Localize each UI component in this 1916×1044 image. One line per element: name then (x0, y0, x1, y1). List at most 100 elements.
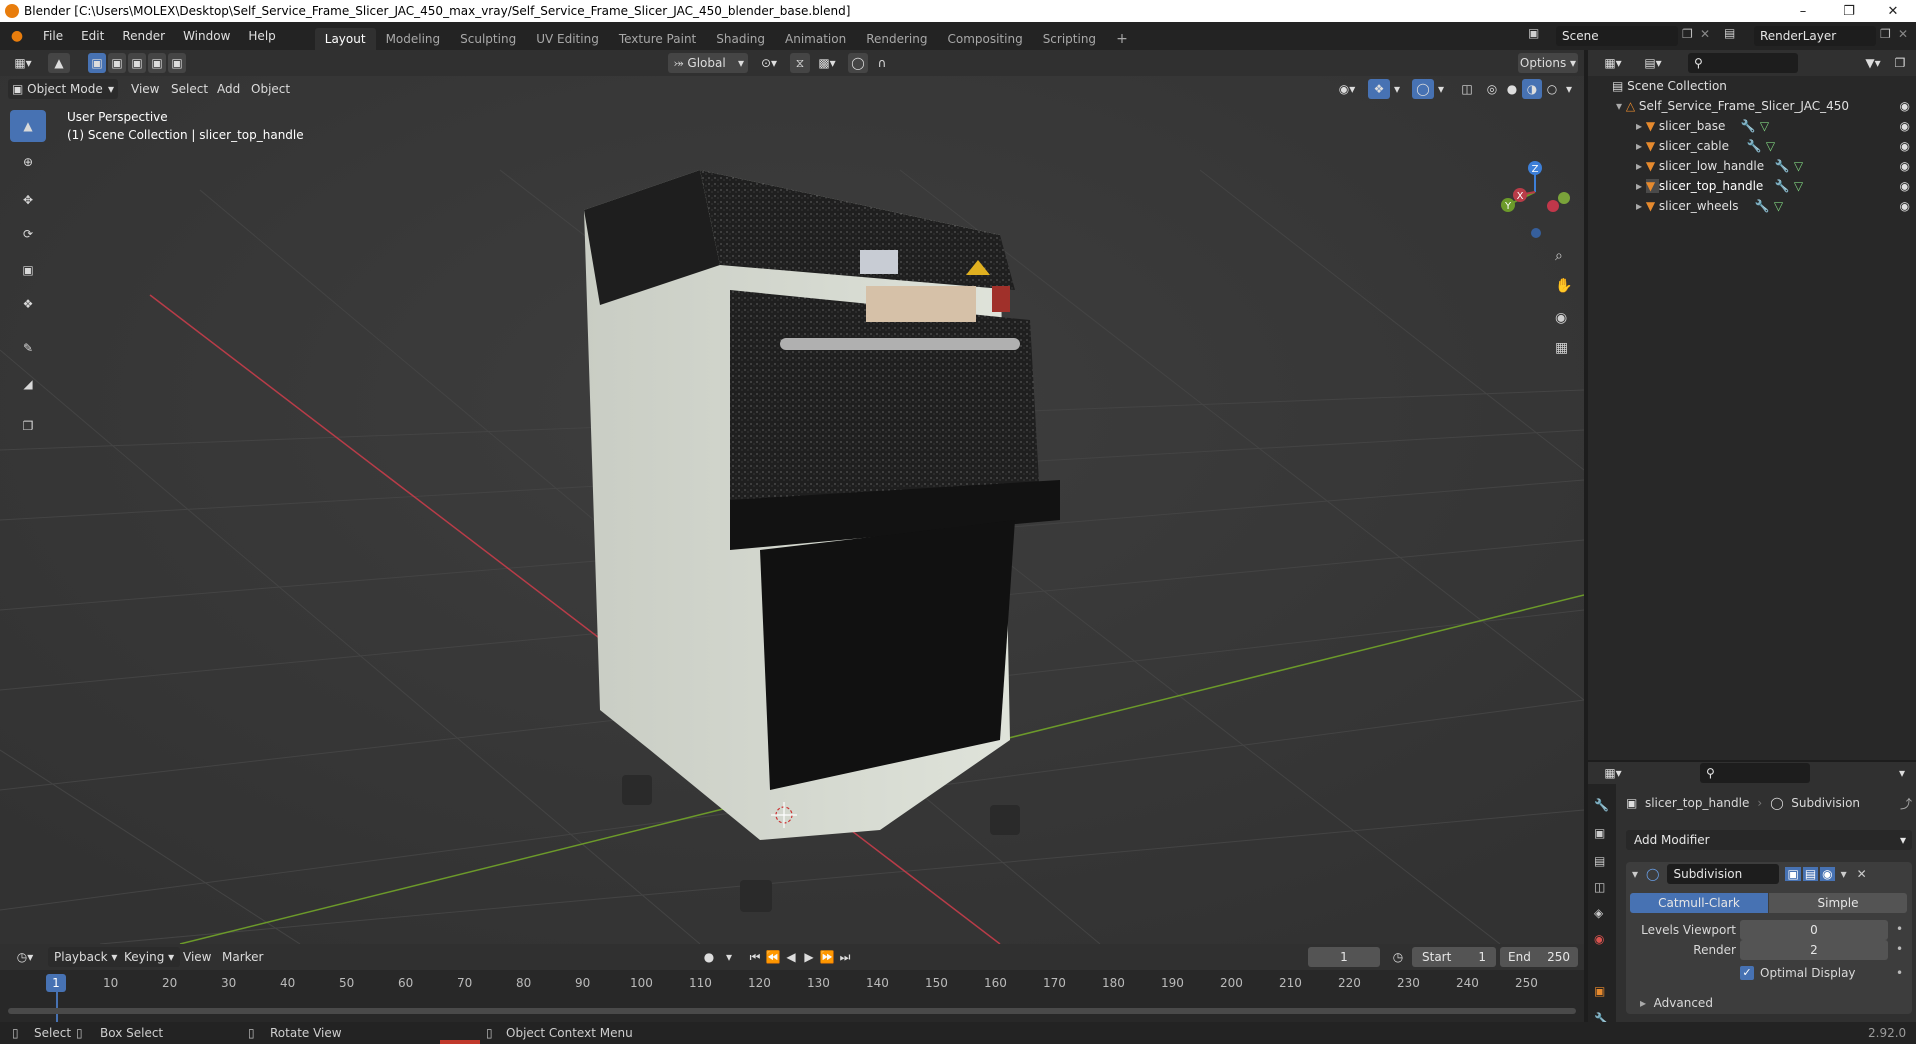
select-mode-extend-icon[interactable]: ▣ (108, 53, 126, 73)
tab-animation[interactable]: Animation (775, 28, 856, 50)
modifier-wrench-icon[interactable]: 🔧 (1775, 159, 1790, 173)
object-tab-icon[interactable]: ▣ (1594, 984, 1605, 998)
new-scene-icon[interactable]: ❐ (1682, 27, 1693, 41)
move-tool-icon[interactable]: ✥ (10, 184, 46, 216)
scale-tool-icon[interactable]: ▣ (10, 254, 46, 286)
outliner-item-slicer-low-handle[interactable]: ▸ ▼ slicer_low_handle 🔧 ▽ ◉ (1588, 156, 1916, 176)
advanced-subpanel[interactable]: ▸ Advanced (1640, 994, 1713, 1012)
editor-type-icon[interactable]: ▦▾ (8, 53, 38, 73)
catmull-clark-toggle[interactable]: Catmull-Clark (1630, 893, 1768, 913)
close-window-icon[interactable]: ✕ (1870, 0, 1916, 22)
gizmo-toggle-icon[interactable]: ❖ (1368, 79, 1390, 99)
3d-viewport[interactable]: Z Y X ⌕ ✋ ◉ ▦ (0, 50, 1584, 944)
collapse-chevron-icon[interactable]: ▾ (1632, 867, 1638, 881)
solid-shading-icon[interactable]: ● (1502, 79, 1522, 99)
modifier-wrench-icon[interactable]: 🔧 (1755, 199, 1770, 213)
outliner-item-slicer-base[interactable]: ▸ ▼ slicer_base 🔧 ▽ ◉ (1588, 116, 1916, 136)
properties-search-input[interactable]: ⚲ (1700, 763, 1810, 783)
visibility-eye-icon[interactable]: ◉ (1900, 119, 1910, 133)
gizmo-neg-y-axis[interactable] (1558, 192, 1570, 204)
render-toggle-icon[interactable]: ◉ (1820, 867, 1835, 881)
jump-end-icon[interactable]: ⏭ (836, 947, 854, 967)
camera-view-icon[interactable]: ◉ (1555, 310, 1567, 326)
visibility-icon[interactable]: ◉▾ (1332, 79, 1362, 99)
end-frame-field[interactable]: End 250 (1500, 947, 1578, 967)
tab-scripting[interactable]: Scripting (1033, 28, 1106, 50)
modifier-wrench-icon[interactable]: 🔧 (1741, 119, 1756, 133)
select-box-tool-icon[interactable]: ▲ (10, 110, 46, 142)
menu-edit[interactable]: Edit (72, 22, 113, 50)
select-mode-intersect-icon[interactable]: ▣ (168, 53, 186, 73)
menu-render[interactable]: Render (113, 22, 174, 50)
select-mode-new-icon[interactable]: ▣ (88, 53, 106, 73)
blender-menu-icon[interactable]: ● (0, 28, 34, 44)
menu-window[interactable]: Window (174, 22, 239, 50)
restore-icon[interactable]: ❐ (1826, 0, 1872, 22)
mesh-data-icon[interactable]: ▽ (1794, 159, 1803, 173)
new-collection-icon[interactable]: ❐ (1890, 53, 1910, 73)
timeline-ruler[interactable]: 1 10 20 30 40 50 60 70 80 90 100 110 120… (0, 972, 1584, 1022)
select-mode-invert-icon[interactable]: ▣ (148, 53, 166, 73)
modifier-wrench-icon[interactable]: 🔧 (1775, 179, 1790, 193)
tab-uv-editing[interactable]: UV Editing (526, 28, 609, 50)
tab-sculpting[interactable]: Sculpting (450, 28, 526, 50)
menu-view[interactable]: View (131, 79, 159, 99)
overlays-dropdown-icon[interactable]: ▾ (1434, 79, 1448, 99)
keyframe-dot-icon[interactable]: • (1896, 966, 1903, 980)
select-tool-icon[interactable]: ▲ (48, 53, 70, 73)
mesh-data-icon[interactable]: ▽ (1774, 199, 1783, 213)
remove-modifier-icon[interactable]: ✕ (1857, 867, 1867, 881)
start-frame-field[interactable]: Start 1 (1412, 947, 1496, 967)
outliner-search-input[interactable]: ⚲ (1688, 53, 1798, 73)
keyframe-dot-icon[interactable]: • (1896, 922, 1903, 936)
scene-selector-icon[interactable]: ▣ (1528, 26, 1539, 40)
expand-right-icon[interactable]: ▸ (1636, 119, 1646, 133)
render-layer-field[interactable]: RenderLayer (1754, 26, 1876, 46)
next-keyframe-icon[interactable]: ⏩ (818, 947, 836, 967)
mesh-data-icon[interactable]: ▽ (1766, 139, 1775, 153)
falloff-icon[interactable]: ∩ (870, 53, 894, 73)
properties-options-chevron-icon[interactable]: ▾ (1894, 763, 1910, 783)
modifier-menu-chevron-icon[interactable]: ▾ (1841, 867, 1847, 881)
menu-marker[interactable]: Marker (222, 947, 263, 967)
keying-set-dropdown-icon[interactable]: ▾ (722, 947, 736, 967)
proportional-edit-icon[interactable]: ◯ (848, 53, 868, 73)
edit-mode-toggle-icon[interactable]: ▣ (1785, 867, 1801, 881)
snap-toggle-icon[interactable]: ⧖ (790, 53, 810, 73)
gizmo-neg-z-axis[interactable] (1531, 228, 1541, 238)
delete-layer-icon[interactable]: ✕ (1898, 27, 1908, 41)
mesh-data-icon[interactable]: ▽ (1794, 179, 1803, 193)
zoom-view-icon[interactable]: ⌕ (1555, 248, 1563, 264)
world-tab-icon[interactable]: ◉ (1594, 932, 1604, 946)
annotate-tool-icon[interactable]: ✎ (10, 332, 46, 364)
timeline-editor-type-icon[interactable]: ◷▾ (10, 947, 40, 967)
menu-playback[interactable]: Playback ▾ (48, 947, 124, 967)
visibility-eye-icon[interactable]: ◉ (1900, 159, 1910, 173)
render-layer-icon[interactable]: ▤ (1724, 26, 1735, 40)
gizmo-dropdown-icon[interactable]: ▾ (1390, 79, 1404, 99)
viewport-display-toggle-icon[interactable]: ▤ (1802, 867, 1819, 881)
keyframe-dot-icon[interactable]: • (1896, 942, 1903, 956)
outliner-item-slicer-cable[interactable]: ▸ ▼ slicer_cable 🔧 ▽ ◉ (1588, 136, 1916, 156)
menu-file[interactable]: File (34, 22, 72, 50)
scene-name-field[interactable]: Scene (1556, 26, 1678, 46)
menu-help[interactable]: Help (239, 22, 284, 50)
current-frame-field[interactable]: 1 (1308, 947, 1380, 967)
jump-start-icon[interactable]: ⏮ (746, 947, 764, 967)
modifier-name-field[interactable]: Subdivision (1667, 864, 1780, 884)
levels-viewport-field[interactable]: 0 (1740, 920, 1888, 940)
play-reverse-icon[interactable]: ◀ (782, 947, 800, 967)
menu-add[interactable]: Add (217, 79, 240, 99)
cursor-tool-icon[interactable]: ⊕ (10, 146, 46, 178)
pivot-point-icon[interactable]: ⊙▾ (754, 53, 784, 73)
ortho-toggle-icon[interactable]: ▦ (1555, 340, 1568, 356)
expand-right-icon[interactable]: ▸ (1636, 159, 1646, 173)
tab-rendering[interactable]: Rendering (856, 28, 937, 50)
visibility-eye-icon[interactable]: ◉ (1900, 179, 1910, 193)
scene-tab-icon[interactable]: ◈ (1594, 906, 1603, 920)
outliner-item-slicer-wheels[interactable]: ▸ ▼ slicer_wheels 🔧 ▽ ◉ (1588, 196, 1916, 216)
menu-timeline-view[interactable]: View (183, 947, 211, 967)
mesh-data-icon[interactable]: ▽ (1760, 119, 1769, 133)
add-modifier-dropdown[interactable]: Add Modifier ▾ (1626, 830, 1912, 850)
expand-right-icon[interactable]: ▸ (1636, 199, 1646, 213)
